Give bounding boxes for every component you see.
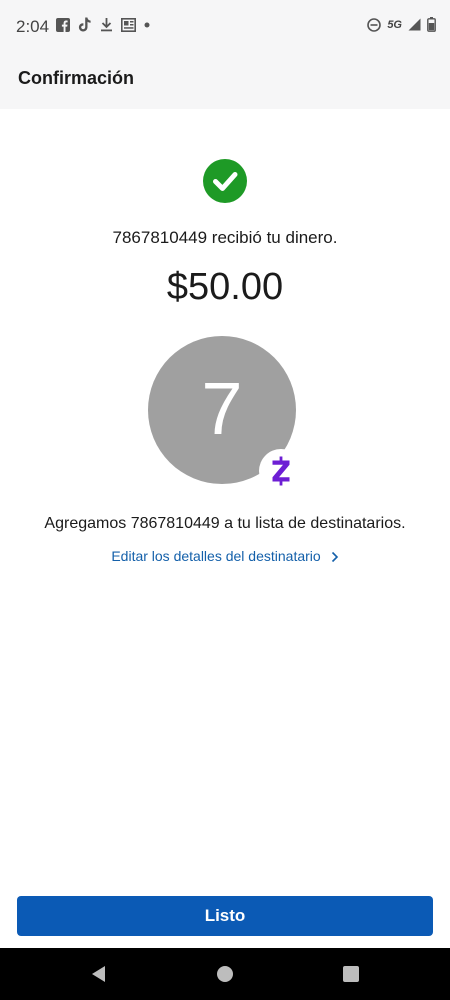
received-message: 7867810449 recibió tu dinero. <box>112 228 338 247</box>
zelle-icon <box>272 456 290 486</box>
zelle-badge <box>259 449 303 493</box>
battery-icon <box>427 17 436 32</box>
done-button-label: Listo <box>204 906 246 925</box>
dot-icon <box>144 22 150 27</box>
tiktok-icon <box>78 17 91 32</box>
news-icon <box>121 17 136 32</box>
success-check-icon <box>203 159 247 203</box>
facebook-icon <box>56 17 70 32</box>
status-left-icons <box>56 17 150 32</box>
do-not-disturb-icon <box>367 17 382 32</box>
back-icon[interactable] <box>88 963 110 985</box>
signal-icon <box>408 18 421 31</box>
system-nav-bar <box>0 948 450 1000</box>
edit-recipient-label: Editar los detalles del destinatario <box>111 548 321 564</box>
app-header: Confirmación <box>0 56 450 109</box>
done-button[interactable]: Listo <box>17 896 433 936</box>
chevron-right-icon <box>331 552 338 563</box>
recipient-added-message: Agregamos 7867810449 a tu lista de desti… <box>44 515 406 532</box>
recents-icon[interactable] <box>340 963 362 985</box>
screen: 2:04 5G Confirmación 7867810449 recibió … <box>0 0 450 1000</box>
avatar-initial: 7 <box>201 367 243 450</box>
download-icon <box>101 18 112 32</box>
status-time: 2:04 <box>16 17 50 36</box>
amount-sent: $50.00 <box>166 266 284 308</box>
status-bar: 2:04 5G <box>0 0 450 56</box>
edit-recipient-link[interactable]: Editar los detalles del destinatario <box>0 548 450 564</box>
page-title: Confirmación <box>18 68 135 88</box>
status-right-icons: 5G <box>367 17 436 32</box>
home-icon[interactable] <box>214 963 236 985</box>
network-type: 5G <box>387 18 402 31</box>
check-icon <box>213 172 238 191</box>
